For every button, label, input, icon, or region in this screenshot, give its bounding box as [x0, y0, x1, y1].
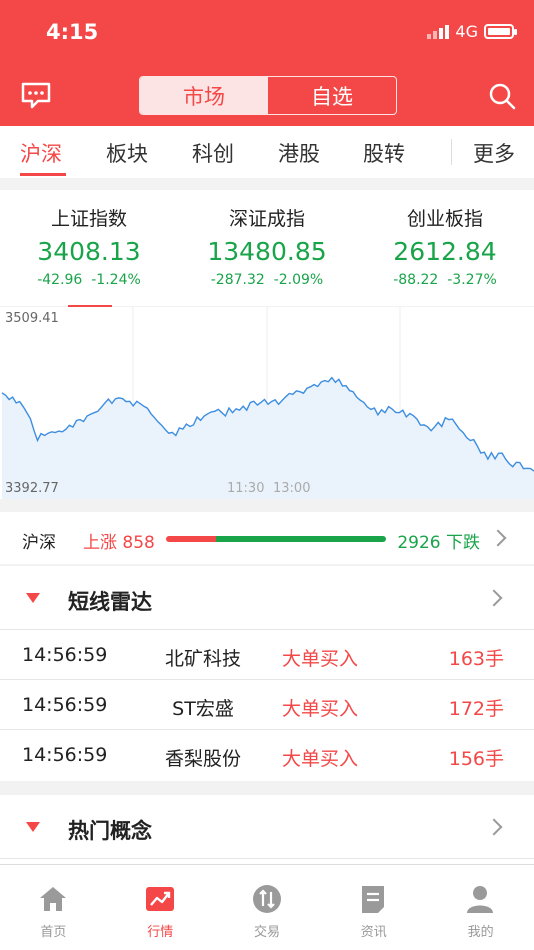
- index-change: -42.96 -1.24%: [37, 272, 141, 288]
- nav-label: 首页: [40, 925, 67, 940]
- radar-stock-name: ST宏盛: [172, 698, 234, 720]
- message-icon[interactable]: [20, 81, 52, 109]
- collapse-triangle-icon: [26, 822, 40, 832]
- radar-header[interactable]: 短线雷达: [0, 566, 534, 630]
- radar-volume: 163手: [448, 648, 504, 670]
- nav-label: 我的: [467, 925, 494, 940]
- nav-label: 交易: [253, 925, 280, 940]
- tab-hushen[interactable]: 沪深: [20, 138, 62, 168]
- advance-decline-bar[interactable]: 沪深 上涨 858 2926 下跌: [0, 512, 534, 564]
- radar-stock-name: 香梨股份: [164, 748, 241, 770]
- nav-news[interactable]: 资讯: [320, 865, 427, 950]
- tab-neeq[interactable]: 股转: [363, 138, 405, 168]
- tab-hk-stocks[interactable]: 港股: [278, 138, 320, 168]
- nav-trade[interactable]: 交易: [214, 865, 321, 950]
- network-type: 4G: [455, 22, 478, 41]
- status-indicators: 4G: [427, 22, 517, 41]
- tab-sector[interactable]: 板块: [106, 138, 148, 168]
- radar-time: 14:56:59: [22, 694, 108, 716]
- advance-ratio-fill: [166, 536, 216, 542]
- chart-max-label: 3509.41: [5, 311, 59, 326]
- radar-signal-type: 大单买入: [282, 648, 359, 670]
- radar-volume: 172手: [448, 698, 504, 720]
- home-icon: [40, 887, 66, 911]
- chart-time-label: 11:30: [227, 481, 265, 496]
- concepts-header[interactable]: 热门概念: [0, 795, 534, 859]
- chart-min-label: 3392.77: [5, 481, 59, 496]
- radar-signal-type: 大单买入: [282, 698, 359, 720]
- price-area: [2, 377, 534, 499]
- index-summary: 上证指数 3408.13 -42.96 -1.24% 深证成指 13480.85…: [0, 190, 534, 306]
- radar-time: 14:56:59: [22, 744, 108, 766]
- index-change: -88.22 -3.27%: [393, 272, 497, 288]
- signal-icon: [427, 24, 450, 39]
- market-watchlist-switch: 市场 自选: [139, 76, 397, 115]
- nav-market[interactable]: 行情: [107, 865, 214, 950]
- nav-label: 行情: [147, 925, 174, 940]
- status-time: 4:15: [46, 20, 99, 44]
- concepts-title: 热门概念: [68, 819, 152, 843]
- collapse-triangle-icon: [26, 593, 40, 603]
- radar-volume: 156手: [448, 748, 504, 770]
- index-card-chinext[interactable]: 创业板指 2612.84 -88.22 -3.27%: [356, 204, 534, 288]
- tab-divider: [451, 139, 452, 165]
- index-value: 3408.13: [37, 237, 141, 266]
- radar-row[interactable]: 14:56:59 ST宏盛 大单买入 172手: [0, 680, 534, 730]
- bottom-navigation: 首页 行情 交易 资讯 我的: [0, 864, 534, 950]
- index-card-sse[interactable]: 上证指数 3408.13 -42.96 -1.24%: [0, 204, 178, 288]
- advance-decline-label: 沪深: [22, 533, 56, 553]
- advance-count: 上涨 858: [83, 533, 155, 553]
- intraday-chart[interactable]: 3509.41 3392.77 11:30 13:00: [0, 307, 534, 499]
- segment-watchlist[interactable]: 自选: [268, 77, 396, 114]
- decline-count: 2926 下跌: [397, 533, 480, 553]
- advance-decline-ratio: [166, 536, 386, 542]
- index-name: 创业板指: [406, 208, 483, 230]
- index-value: 2612.84: [393, 237, 497, 266]
- index-change: -287.32 -2.09%: [210, 272, 324, 288]
- tab-more[interactable]: 更多: [473, 138, 515, 168]
- radar-stock-name: 北矿科技: [164, 648, 241, 670]
- app-header: 4:15 4G 市场 自选: [0, 0, 534, 126]
- radar-title: 短线雷达: [68, 590, 152, 614]
- market-tabs: 沪深 板块 科创 港股 股转 更多: [0, 126, 534, 178]
- battery-icon: [484, 24, 517, 39]
- chevron-right-icon: [485, 589, 503, 607]
- profile-icon: [467, 886, 494, 913]
- nav-home[interactable]: 首页: [0, 865, 107, 950]
- chevron-right-icon: [485, 818, 503, 836]
- radar-signal-type: 大单买入: [282, 748, 359, 770]
- index-value: 13480.85: [207, 237, 327, 266]
- nav-label: 资讯: [360, 925, 387, 940]
- active-tab-indicator: [20, 173, 66, 176]
- news-icon: [362, 886, 385, 913]
- chart-icon: [145, 887, 174, 911]
- search-icon[interactable]: [488, 82, 516, 110]
- index-name: 上证指数: [50, 208, 127, 230]
- short-term-radar: 短线雷达 14:56:59 北矿科技 大单买入 163手 14:56:59 ST…: [0, 566, 534, 781]
- radar-time: 14:56:59: [22, 644, 108, 666]
- tab-star-market[interactable]: 科创: [192, 138, 234, 168]
- radar-row[interactable]: 14:56:59 北矿科技 大单买入 163手: [0, 630, 534, 680]
- radar-row[interactable]: 14:56:59 香梨股份 大单买入 156手: [0, 730, 534, 780]
- intraday-chart-svg: [1, 307, 534, 499]
- segment-market[interactable]: 市场: [140, 77, 268, 114]
- chart-time-label: 13:00: [273, 481, 311, 496]
- trade-icon: [252, 885, 281, 913]
- index-card-szse[interactable]: 深证成指 13480.85 -287.32 -2.09%: [178, 204, 356, 288]
- nav-profile[interactable]: 我的: [427, 865, 534, 950]
- index-name: 深证成指: [228, 208, 305, 230]
- hot-concepts: 热门概念: [0, 795, 534, 864]
- decline-ratio-fill: [215, 536, 386, 542]
- chevron-right-icon: [489, 529, 507, 547]
